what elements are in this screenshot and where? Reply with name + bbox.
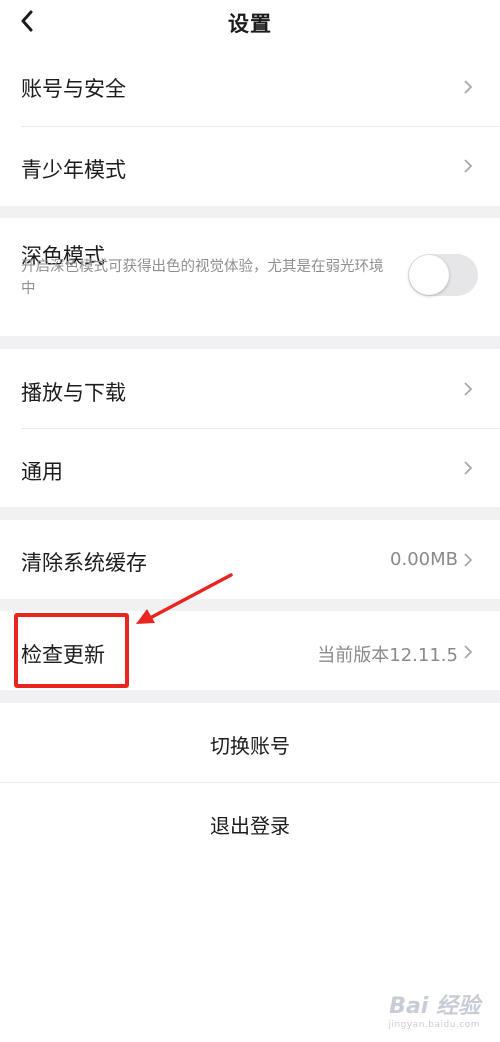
current-version-value: 当前版本12.11.5 <box>317 645 458 666</box>
logout-button[interactable]: 退出登录 <box>0 783 500 863</box>
highlight-box <box>14 613 129 688</box>
watermark: Bai 经验 jingyan.baidu.com <box>388 988 480 1030</box>
switch-account-button[interactable]: 切换账号 <box>0 703 500 782</box>
section-separator <box>0 206 500 218</box>
playback-download-row[interactable]: 播放与下载 <box>0 349 500 428</box>
general-row[interactable]: 通用 <box>0 429 500 507</box>
teen-mode-label: 青少年模式 <box>21 158 126 182</box>
chevron-right-icon <box>464 645 473 659</box>
watermark-url: jingyan.baidu.com <box>388 1020 480 1030</box>
general-label: 通用 <box>21 460 63 484</box>
clear-cache-row[interactable]: 清除系统缓存 0.00MB <box>0 520 500 599</box>
dark-mode-description: 开启深色模式可获得出色的视觉体验，尤其是在弱光环境中 <box>21 259 384 297</box>
annotation-arrow <box>136 573 233 624</box>
section-separator <box>0 507 500 520</box>
teen-mode-row[interactable]: 青少年模式 <box>0 127 500 206</box>
dark-mode-toggle[interactable] <box>408 254 478 296</box>
section-separator <box>0 599 500 611</box>
chevron-right-icon <box>464 80 473 94</box>
clear-cache-label: 清除系统缓存 <box>21 551 147 575</box>
section-separator <box>0 336 500 349</box>
page-title: 设置 <box>228 12 272 36</box>
chevron-right-icon <box>464 382 473 396</box>
cache-size-value: 0.00MB <box>390 549 458 570</box>
header: 设置 <box>0 0 500 46</box>
chevron-right-icon <box>464 159 473 173</box>
chevron-right-icon <box>464 461 473 475</box>
logout-label: 退出登录 <box>210 814 290 838</box>
account-security-label: 账号与安全 <box>21 77 126 101</box>
toggle-knob <box>409 255 449 295</box>
watermark-text: Bai 经验 <box>389 994 480 1019</box>
dark-mode-row: 深色模式 开启深色模式可获得出色的视觉体验，尤其是在弱光环境中 <box>0 218 500 336</box>
chevron-right-icon <box>464 553 473 567</box>
switch-account-label: 切换账号 <box>210 734 290 758</box>
playback-download-label: 播放与下载 <box>21 381 126 405</box>
account-security-row[interactable]: 账号与安全 <box>0 48 500 127</box>
section-separator <box>0 690 500 703</box>
